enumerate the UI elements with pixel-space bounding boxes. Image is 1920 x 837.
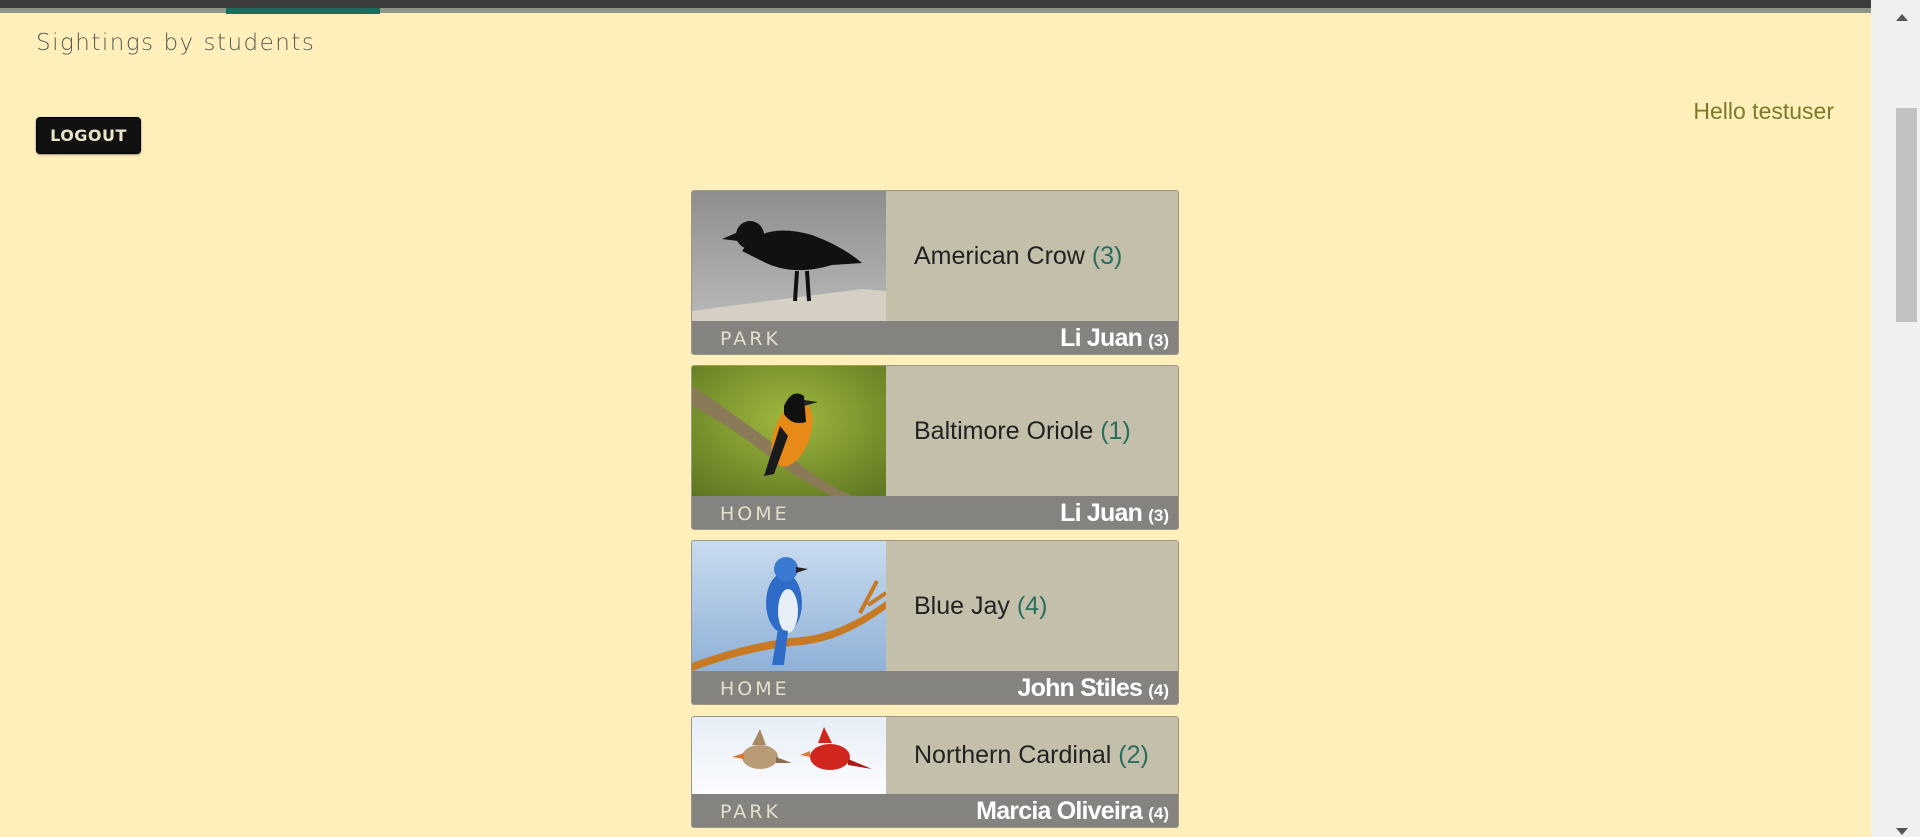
bird-count: (4) xyxy=(1016,592,1048,620)
sighting-card[interactable]: Northern Cardinal (2) PARK Marcia Olivei… xyxy=(691,716,1179,828)
american-crow-photo-icon xyxy=(692,191,886,321)
bird-name: American Crow (3) xyxy=(914,242,1122,271)
student-name: John Stiles (4) xyxy=(1018,674,1170,703)
sighting-card[interactable]: Blue Jay (4) HOME John Stiles (4) xyxy=(691,540,1179,705)
sighting-location: HOME xyxy=(720,503,790,525)
baltimore-oriole-photo-icon xyxy=(692,366,886,496)
scroll-up-arrow-icon[interactable] xyxy=(1896,14,1908,21)
student-name-text: Li Juan xyxy=(1060,499,1143,527)
logout-button[interactable]: LOGOUT xyxy=(36,117,141,154)
card-footer: HOME John Stiles (4) xyxy=(692,671,1178,704)
sighting-location: PARK xyxy=(720,328,781,350)
student-count: (3) xyxy=(1148,331,1169,350)
bird-name: Baltimore Oriole (1) xyxy=(914,417,1131,446)
scrollbar-thumb[interactable] xyxy=(1896,108,1917,322)
card-footer: PARK Li Juan (3) xyxy=(692,321,1178,354)
bird-count: (3) xyxy=(1091,242,1123,270)
student-name: Li Juan (3) xyxy=(1060,324,1169,353)
student-count: (4) xyxy=(1148,681,1169,700)
bird-name: Northern Cardinal (2) xyxy=(914,741,1149,770)
card-footer: HOME Li Juan (3) xyxy=(692,496,1178,529)
student-name-text: John Stiles xyxy=(1017,674,1143,702)
blue-jay-photo-icon xyxy=(692,541,886,671)
sighting-location: PARK xyxy=(720,801,781,823)
active-tab-indicator[interactable] xyxy=(226,8,380,14)
scroll-down-arrow-icon[interactable] xyxy=(1896,828,1908,835)
student-count: (4) xyxy=(1148,804,1169,823)
bird-name-text: Blue Jay xyxy=(914,592,1010,620)
northern-cardinal-photo-icon xyxy=(692,717,886,794)
page-subtitle: Sightings by students xyxy=(36,30,316,56)
bird-name: Blue Jay (4) xyxy=(914,592,1047,621)
bird-name-text: Baltimore Oriole xyxy=(914,417,1094,445)
bird-count: (2) xyxy=(1118,741,1149,769)
bird-count: (1) xyxy=(1100,417,1131,445)
nav-bar-dark-strip xyxy=(0,0,1871,8)
bird-name-text: American Crow xyxy=(914,242,1085,270)
student-name-text: Marcia Oliveira xyxy=(976,797,1143,825)
sighting-location: HOME xyxy=(720,678,790,700)
top-navigation-bar xyxy=(0,0,1871,14)
bird-name-text: Northern Cardinal xyxy=(914,741,1112,769)
student-count: (3) xyxy=(1148,506,1169,525)
student-name: Marcia Oliveira (4) xyxy=(976,797,1169,826)
student-name: Li Juan (3) xyxy=(1060,499,1169,528)
user-greeting: Hello testuser xyxy=(1693,98,1834,124)
student-name-text: Li Juan xyxy=(1060,324,1143,352)
sighting-card[interactable]: Baltimore Oriole (1) HOME Li Juan (3) xyxy=(691,365,1179,530)
sighting-card[interactable]: American Crow (3) PARK Li Juan (3) xyxy=(691,190,1179,355)
card-footer: PARK Marcia Oliveira (4) xyxy=(692,794,1178,827)
